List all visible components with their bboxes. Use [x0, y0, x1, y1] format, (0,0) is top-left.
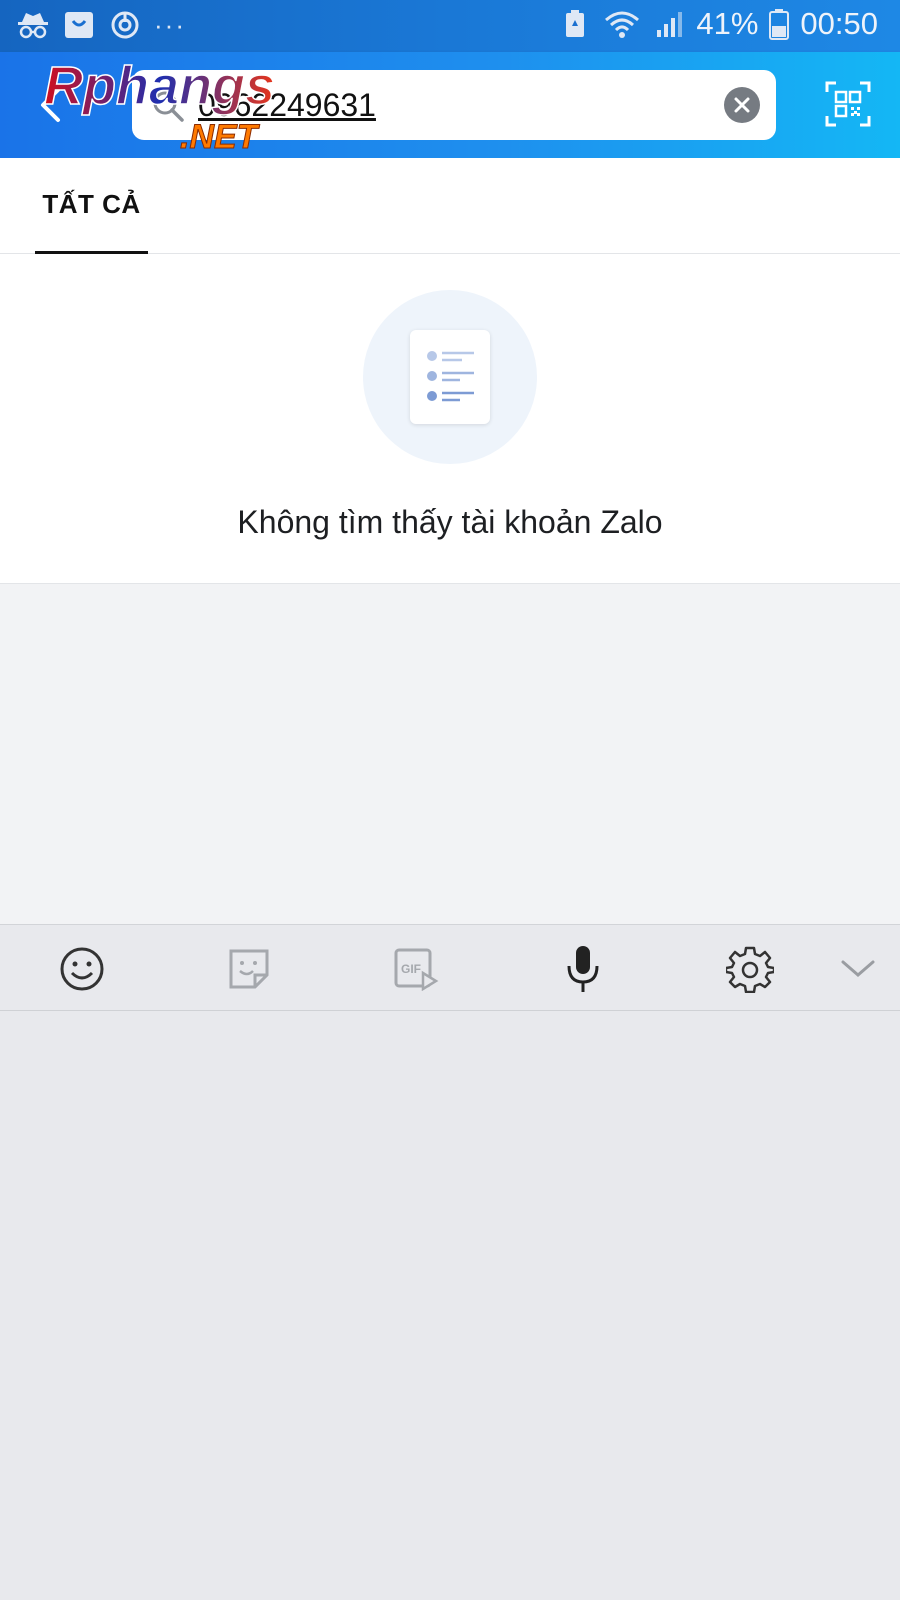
search-input[interactable]: [198, 80, 698, 130]
emoji-icon: [60, 947, 104, 991]
empty-list-illustration: [363, 290, 537, 464]
document-list-icon: [410, 330, 490, 424]
incognito-icon: [16, 8, 50, 42]
keyboard-settings-button[interactable]: [724, 943, 776, 995]
search-icon: [150, 88, 186, 124]
svg-text:GIF: GIF: [401, 962, 421, 976]
status-bar-system: 41% 00:50: [558, 6, 878, 42]
more-notifications-indicator: ···: [154, 9, 186, 40]
close-icon: [734, 97, 750, 113]
status-bar-notifications: ···: [16, 8, 186, 42]
clear-search-button[interactable]: [724, 87, 760, 123]
search-box[interactable]: [132, 70, 776, 140]
clock: 00:50: [800, 6, 878, 41]
on-screen-keyboard: GIF: [0, 924, 900, 1600]
keyboard-toolbar: GIF: [0, 925, 900, 1011]
battery-percent: 41%: [696, 6, 759, 41]
tab-all[interactable]: TẤT CẢ: [35, 158, 148, 254]
battery-saver-icon: [558, 7, 592, 41]
shopping-bag-icon: [62, 8, 96, 42]
collapse-keyboard-button[interactable]: [832, 943, 884, 995]
wifi-icon: [602, 7, 642, 41]
gif-icon: GIF: [394, 948, 439, 991]
sticker-button[interactable]: [223, 943, 275, 995]
qr-code-icon: [825, 81, 871, 127]
status-bar: ··· 41% 00:50: [0, 0, 900, 52]
empty-result-panel: Không tìm thấy tài khoản Zalo: [0, 254, 900, 584]
settings-icon: [726, 946, 774, 993]
voice-input-button[interactable]: [557, 943, 609, 995]
mic-icon: [567, 946, 599, 992]
sync-icon: [108, 8, 142, 42]
emoji-button[interactable]: [56, 943, 108, 995]
result-tabs: TẤT CẢ: [0, 158, 900, 254]
empty-result-message: Không tìm thấy tài khoản Zalo: [237, 504, 663, 540]
battery-icon: [768, 7, 790, 41]
back-button[interactable]: [30, 82, 76, 128]
gif-button[interactable]: GIF: [390, 943, 442, 995]
back-arrow-icon: [41, 88, 60, 122]
signal-icon: [652, 7, 686, 41]
qr-scan-button[interactable]: [824, 80, 872, 128]
sticker-icon: [229, 949, 269, 989]
search-header: [0, 52, 900, 158]
chevron-down-icon: [841, 960, 875, 977]
